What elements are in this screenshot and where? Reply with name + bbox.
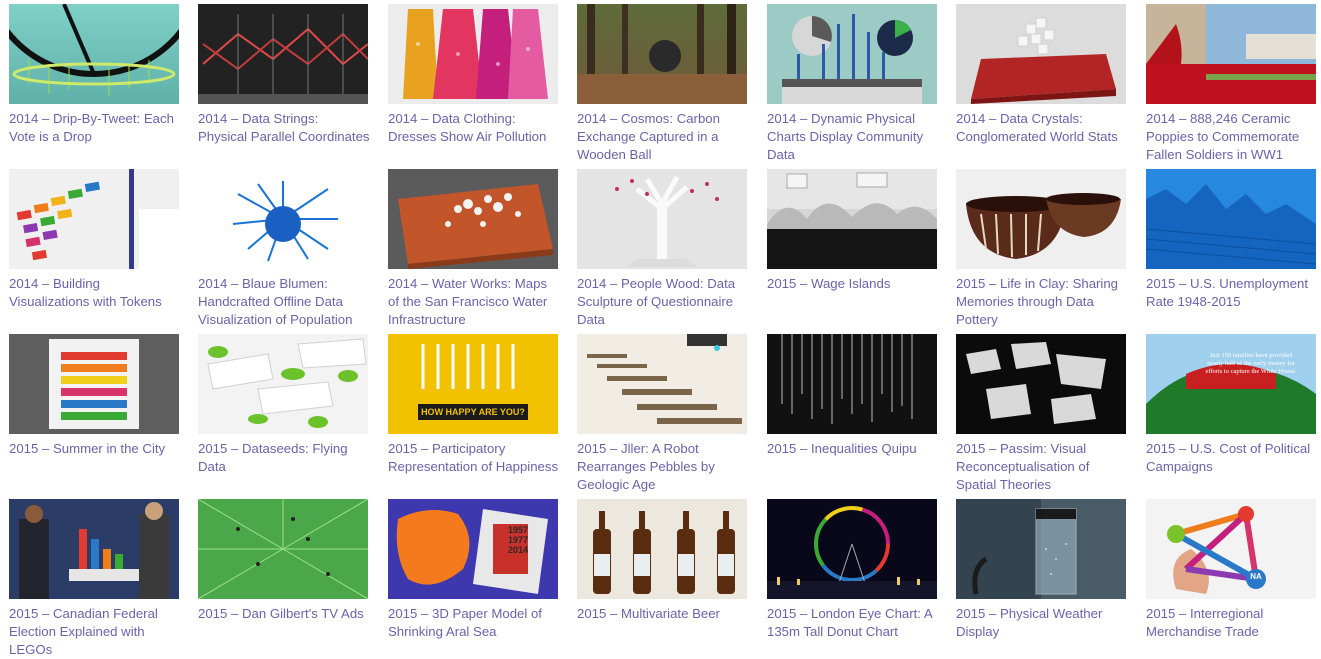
dataseeds-thumbnail: [198, 334, 368, 434]
aral-sea-thumbnail: 1957 1977 2014: [388, 499, 558, 599]
gallery-item[interactable]: 2014 – Drip-By-Tweet: Each Vote is a Dro…: [9, 4, 179, 164]
item-caption: 2014 – Water Works: Maps of the San Fran…: [388, 276, 548, 327]
item-caption: 2014 – Drip-By-Tweet: Each Vote is a Dro…: [9, 111, 174, 144]
gallery-item[interactable]: 2015 – Multivariate Beer: [577, 499, 747, 659]
item-caption: 2014 – Data Strings: Physical Parallel C…: [198, 111, 370, 144]
tokens-thumbnail: [9, 169, 179, 269]
item-caption: 2015 – Wage Islands: [767, 276, 891, 291]
item-caption: 2014 – People Wood: Data Sculpture of Qu…: [577, 276, 736, 327]
item-caption: 2015 – Dan Gilbert's TV Ads: [198, 606, 364, 621]
gallery-item[interactable]: 2014 – Data Clothing: Dresses Show Air P…: [388, 4, 558, 164]
region-label: NA: [1250, 572, 1262, 581]
item-caption: 2015 – Life in Clay: Sharing Memories th…: [956, 276, 1119, 327]
item-caption: 2015 – 3D Paper Model of Shrinking Aral …: [388, 606, 542, 639]
item-caption: 2014 – Data Clothing: Dresses Show Air P…: [388, 111, 547, 144]
aral-sea-years-text: 1957 1977 2014: [508, 525, 529, 555]
item-caption: 2015 – Summer in the City: [9, 441, 166, 456]
gallery-item[interactable]: 1957 1977 2014 2015 – 3D Paper Model of …: [388, 499, 558, 659]
people-wood-thumbnail: [577, 169, 747, 269]
gallery-item[interactable]: 2015 – Inequalities Quipu: [767, 334, 937, 494]
item-caption: 2014 – Data Crystals: Conglomerated Worl…: [956, 111, 1118, 144]
cosmos-thumbnail: [577, 4, 747, 104]
gallery-item[interactable]: 2015 – Dan Gilbert's TV Ads: [198, 499, 368, 659]
gallery-item[interactable]: 2015 – Life in Clay: Sharing Memories th…: [956, 169, 1126, 329]
item-caption: 2015 – U.S. Unemployment Rate 1948-2015: [1146, 276, 1308, 309]
item-caption: 2015 – Dataseeds: Flying Data: [198, 441, 348, 474]
dynamic-charts-thumbnail: [767, 4, 937, 104]
gallery-item[interactable]: 2014 – Water Works: Maps of the San Fran…: [388, 169, 558, 329]
item-caption: 2015 – Participatory Representation of H…: [388, 441, 559, 474]
quipu-thumbnail: [767, 334, 937, 434]
gallery-item[interactable]: 2015 – U.S. Unemployment Rate 1948-2015: [1146, 169, 1316, 329]
item-caption: 2015 – Physical Weather Display: [956, 606, 1103, 639]
data-strings-thumbnail: [198, 4, 368, 104]
gallery-item[interactable]: 2015 – Passim: Visual Reconceptualisatio…: [956, 334, 1126, 494]
gallery-item[interactable]: 2014 – Data Crystals: Conglomerated Worl…: [956, 4, 1126, 164]
item-caption: 2015 – London Eye Chart: A 135m Tall Don…: [767, 606, 932, 639]
item-caption: 2015 – U.S. Cost of Political Campaigns: [1146, 441, 1311, 474]
gallery-item[interactable]: 2014 – Data Strings: Physical Parallel C…: [198, 4, 370, 164]
gallery-item[interactable]: 2014 – 888,246 Ceramic Poppies to Commem…: [1146, 4, 1316, 164]
item-caption: 2015 – Jller: A Robot Rearranges Pebbles…: [577, 441, 715, 492]
item-caption: 2014 – Blaue Blumen: Handcrafted Offline…: [198, 276, 353, 327]
item-caption: 2015 – Passim: Visual Reconceptualisatio…: [956, 441, 1090, 492]
merchandise-trade-thumbnail: NA: [1146, 499, 1316, 599]
gallery-item[interactable]: 2015 – Dataseeds: Flying Data: [198, 334, 368, 494]
item-caption: 2015 – Interregional Merchandise Trade: [1146, 606, 1264, 639]
ceramic-poppies-thumbnail: [1146, 4, 1316, 104]
gallery-item[interactable]: 2015 – Canadian Federal Election Explain…: [9, 499, 179, 659]
gallery-item[interactable]: NA 2015 – Interregional Merchandise Trad…: [1146, 499, 1316, 659]
item-caption: 2015 – Multivariate Beer: [577, 606, 720, 621]
beer-thumbnail: [577, 499, 747, 599]
data-crystals-thumbnail: [956, 4, 1126, 104]
item-caption: 2015 – Canadian Federal Election Explain…: [9, 606, 158, 657]
gallery-item[interactable]: 2015 – Wage Islands: [767, 169, 937, 329]
gallery-item[interactable]: 2015 – Summer in the City: [9, 334, 179, 494]
gallery-item[interactable]: 2014 – Blaue Blumen: Handcrafted Offline…: [198, 169, 368, 329]
unemployment-thumbnail: [1146, 169, 1316, 269]
gallery-item[interactable]: Just 158 families have provided nearly h…: [1146, 334, 1316, 494]
london-eye-thumbnail: [767, 499, 937, 599]
gallery-grid: 2014 – Drip-By-Tweet: Each Vote is a Dro…: [0, 0, 1321, 659]
gallery-item[interactable]: 2015 – Jller: A Robot Rearranges Pebbles…: [577, 334, 747, 494]
item-caption: 2014 – 888,246 Ceramic Poppies to Commem…: [1146, 111, 1300, 162]
happiness-thumbnail: HOW HAPPY ARE YOU?: [388, 334, 558, 434]
water-works-thumbnail: [388, 169, 558, 269]
tv-ads-thumbnail: [198, 499, 368, 599]
jller-thumbnail: [577, 334, 747, 434]
gallery-item[interactable]: HOW HAPPY ARE YOU? 2015 – Participatory …: [388, 334, 558, 494]
summer-city-thumbnail: [9, 334, 179, 434]
item-caption: 2014 – Dynamic Physical Charts Display C…: [767, 111, 924, 162]
blaue-blumen-thumbnail: [198, 169, 368, 269]
campaign-note-text: Just 158 families have provided nearly h…: [1205, 352, 1297, 375]
weather-display-thumbnail: [956, 499, 1126, 599]
item-caption: 2014 – Cosmos: Carbon Exchange Captured …: [577, 111, 720, 162]
drip-by-tweet-thumbnail: [9, 4, 179, 104]
political-campaigns-thumbnail: Just 158 families have provided nearly h…: [1146, 334, 1316, 434]
data-clothing-thumbnail: [388, 4, 558, 104]
lego-election-thumbnail: [9, 499, 179, 599]
item-caption: 2015 – Inequalities Quipu: [767, 441, 917, 456]
gallery-item[interactable]: 2014 – Cosmos: Carbon Exchange Captured …: [577, 4, 747, 164]
wage-islands-thumbnail: [767, 169, 937, 269]
gallery-item[interactable]: 2014 – Dynamic Physical Charts Display C…: [767, 4, 937, 164]
happiness-sign-text: HOW HAPPY ARE YOU?: [421, 407, 525, 417]
gallery-item[interactable]: 2015 – Physical Weather Display: [956, 499, 1126, 659]
gallery-item[interactable]: 2014 – People Wood: Data Sculpture of Qu…: [577, 169, 747, 329]
item-caption: 2014 – Building Visualizations with Toke…: [9, 276, 162, 309]
passim-thumbnail: [956, 334, 1126, 434]
life-in-clay-thumbnail: [956, 169, 1126, 269]
gallery-item[interactable]: 2015 – London Eye Chart: A 135m Tall Don…: [767, 499, 937, 659]
gallery-item[interactable]: 2014 – Building Visualizations with Toke…: [9, 169, 179, 329]
